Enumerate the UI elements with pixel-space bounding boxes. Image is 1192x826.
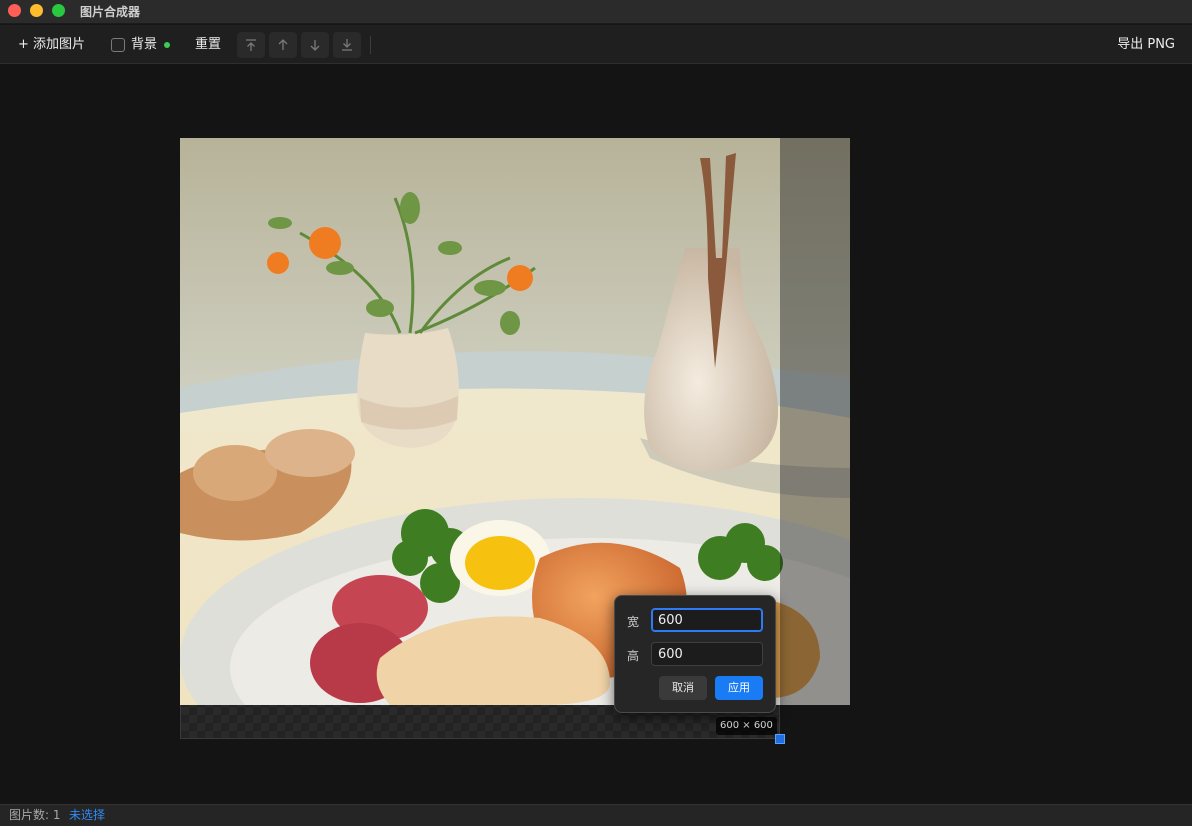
move-down-icon (310, 40, 320, 51)
window-title: 图片合成器 (80, 5, 141, 19)
send-to-back-button[interactable] (333, 32, 361, 58)
zoom-window-button[interactable] (52, 4, 65, 17)
image-count: 图片数: 1 (9, 808, 61, 822)
width-input[interactable] (651, 608, 763, 632)
move-up-icon (278, 39, 288, 50)
width-label: 宽 (627, 615, 640, 629)
out-of-bounds-overlay (780, 138, 850, 705)
resize-popover: 宽 高 取消 应用 (614, 595, 776, 713)
toolbar: + 添加图片 背景 重置 导出 PNG (0, 25, 1192, 64)
background-label: 背景 (131, 37, 158, 52)
add-image-button[interactable]: + 添加图片 (18, 25, 85, 64)
height-label: 高 (627, 649, 640, 663)
selection-status: 未选择 (69, 808, 106, 822)
background-toggle[interactable]: 背景 (111, 25, 171, 64)
background-status-dot (164, 41, 171, 48)
reset-button[interactable]: 重置 (195, 25, 221, 64)
status-bar: 图片数: 1 未选择 (0, 804, 1192, 826)
close-window-button[interactable] (8, 4, 21, 17)
resize-handle[interactable] (775, 734, 785, 744)
background-checkbox[interactable] (111, 37, 125, 52)
minimize-window-button[interactable] (30, 4, 43, 17)
bring-to-front-icon (246, 39, 256, 51)
apply-button[interactable]: 应用 (715, 676, 763, 700)
toolbar-divider (370, 36, 371, 54)
move-down-button[interactable] (301, 32, 329, 58)
bring-to-front-button[interactable] (237, 32, 265, 58)
export-png-button[interactable]: 导出 PNG (1117, 25, 1175, 64)
height-input[interactable] (651, 642, 763, 666)
send-to-back-icon (342, 39, 352, 51)
cancel-button[interactable]: 取消 (659, 676, 707, 700)
canvas-area[interactable]: 600 × 600 宽 高 取消 应用 (0, 65, 1192, 804)
canvas-size-label: 600 × 600 (716, 717, 777, 735)
move-up-button[interactable] (269, 32, 297, 58)
title-bar: 图片合成器 (0, 0, 1192, 24)
